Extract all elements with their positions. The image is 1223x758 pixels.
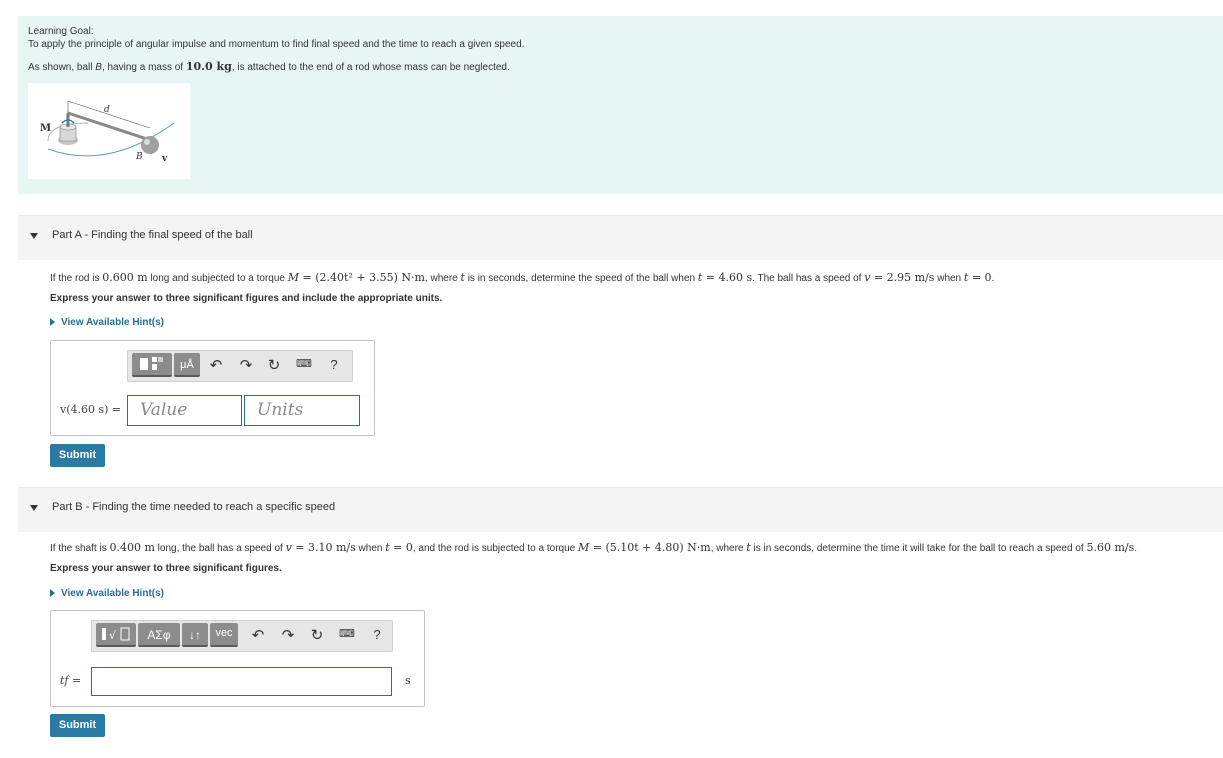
part-b-hint-link[interactable]: View Available Hint(s) (50, 588, 164, 599)
part-a-submit-button[interactable]: Submit (50, 444, 105, 467)
learning-goal-heading: Learning Goal: (28, 26, 94, 37)
value-input[interactable]: Value (127, 395, 242, 426)
part-b-math-toolbar: √ ΑΣφ ↓↑ vec ↶ ↷ ↻ ⌨ ? (91, 620, 393, 652)
reset-icon[interactable]: ↻ (309, 626, 325, 644)
part-a-math-toolbar: μÅ ↶ ↷ ↻ ⌨ ? (127, 350, 353, 382)
part-b-answer-label: tf = (60, 674, 82, 687)
redo-icon[interactable]: ↷ (280, 626, 296, 644)
undo-icon[interactable]: ↶ (208, 356, 224, 374)
undo-icon[interactable]: ↶ (250, 626, 266, 644)
figure-label-M: M (40, 123, 51, 134)
collapse-triangle-icon[interactable] (30, 505, 38, 511)
redo-icon[interactable]: ↷ (238, 356, 254, 374)
part-a-header[interactable]: Part A - Finding the final speed of the … (18, 215, 1223, 260)
part-b-header[interactable]: Part B - Finding the time needed to reac… (18, 487, 1223, 532)
part-a-answer-label: v(4.60 s) = (60, 403, 122, 416)
part-a-title: Part A - Finding the final speed of the … (52, 229, 253, 241)
greek-symbols-button[interactable]: ΑΣφ (138, 623, 180, 647)
units-input[interactable]: Units (244, 395, 360, 426)
keyboard-icon[interactable]: ⌨ (296, 357, 312, 370)
keyboard-icon[interactable]: ⌨ (339, 627, 355, 640)
templates-button[interactable] (132, 353, 172, 377)
subscript-button[interactable]: ↓↑ (182, 623, 208, 647)
part-b-unit-label: s (405, 674, 411, 687)
templates-button[interactable]: √ (96, 623, 136, 647)
figure-label-v: v (161, 154, 168, 164)
part-a-answer-box: μÅ ↶ ↷ ↻ ⌨ ? v(4.60 s) = Value Units (50, 340, 375, 436)
vector-button[interactable]: vec (210, 623, 238, 647)
part-a-instruction: Express your answer to three significant… (50, 293, 443, 304)
collapse-triangle-icon[interactable] (30, 233, 38, 239)
learning-goal-panel: Learning Goal: To apply the principle of… (18, 16, 1223, 194)
part-a-hint-link[interactable]: View Available Hint(s) (50, 317, 164, 328)
figure-label-d: d (104, 105, 110, 115)
part-b-question: If the shaft is 0.400 m long, the ball h… (50, 541, 1138, 554)
problem-intro: As shown, ball B, having a mass of 10.0 … (28, 60, 510, 73)
part-b-submit-button[interactable]: Submit (50, 714, 105, 737)
part-b-instruction: Express your answer to three significant… (50, 563, 282, 574)
learning-goal-text: To apply the principle of angular impuls… (28, 39, 525, 50)
reset-icon[interactable]: ↻ (266, 356, 282, 374)
help-icon[interactable]: ? (369, 627, 385, 642)
expand-arrow-icon (50, 318, 55, 326)
svg-text:√: √ (109, 629, 117, 642)
figure-label-B: B (135, 152, 143, 162)
problem-figure: M d B v (28, 83, 190, 179)
part-b-title: Part B - Finding the time needed to reac… (52, 501, 336, 513)
part-b-answer-box: √ ΑΣφ ↓↑ vec ↶ ↷ ↻ ⌨ ? tf = s (50, 610, 425, 707)
part-a-question: If the rod is 0.600 m long and subjected… (50, 271, 995, 284)
time-answer-input[interactable] (91, 667, 392, 696)
help-icon[interactable]: ? (326, 357, 342, 372)
expand-arrow-icon (50, 589, 55, 597)
units-button[interactable]: μÅ (174, 353, 200, 377)
